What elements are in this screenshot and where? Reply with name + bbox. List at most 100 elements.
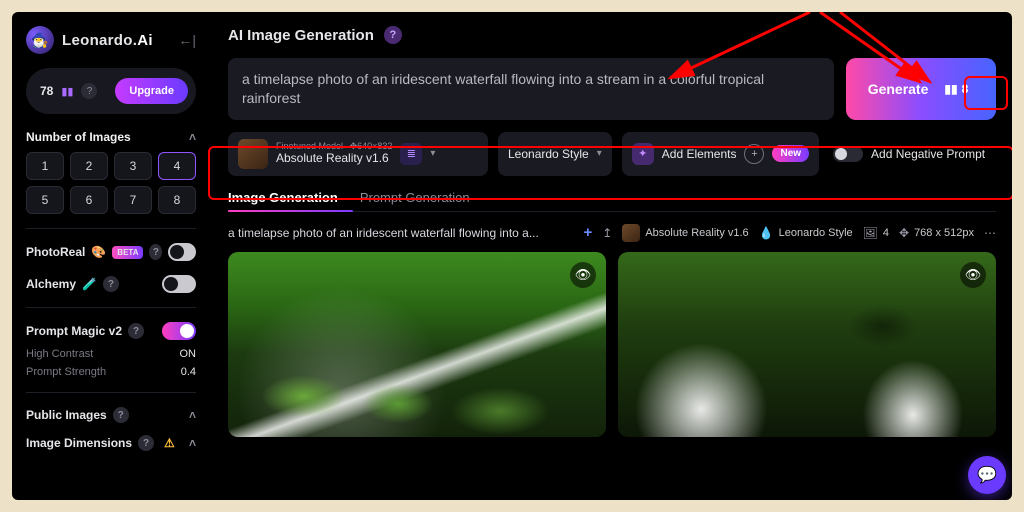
alchemy-toggle[interactable] — [162, 275, 196, 293]
num-images-option[interactable]: 7 — [114, 186, 152, 214]
num-images-option[interactable]: 1 — [26, 152, 64, 180]
style-name: Leonardo Style — [508, 147, 589, 161]
prompt-magic-help-icon[interactable]: ? — [128, 323, 144, 339]
result-model-chip[interactable]: Absolute Reality v1.6 — [622, 224, 748, 242]
prompt-magic-toggle[interactable] — [162, 322, 196, 340]
photoreal-label: PhotoReal — [26, 245, 85, 259]
credits-count: 78 — [40, 84, 53, 98]
num-images-option[interactable]: 4 — [158, 152, 196, 180]
public-images-row: Public Images ? ˄ — [26, 407, 196, 423]
page-title: AI Image Generation — [228, 27, 374, 44]
num-images-option[interactable]: 8 — [158, 186, 196, 214]
toggle-track — [833, 146, 863, 162]
upload-icon[interactable]: ↥ — [602, 226, 612, 240]
result-dims-chip: ✥ 768 x 512px — [899, 226, 974, 240]
generate-label: Generate — [868, 81, 929, 97]
num-images-option[interactable]: 2 — [70, 152, 108, 180]
new-badge: New — [772, 145, 809, 162]
beta-badge: BETA — [112, 246, 143, 259]
result-image[interactable]: 👁 — [618, 252, 996, 437]
main: AI Image Generation ? a timelapse photo … — [210, 12, 1012, 500]
photoreal-art-icon: 🎨 — [91, 245, 106, 259]
result-style-name: Leonardo Style — [779, 227, 853, 239]
photoreal-help-icon[interactable]: ? — [149, 244, 162, 260]
style-selector[interactable]: Leonardo Style ▾ — [498, 132, 612, 176]
alchemy-label: Alchemy — [26, 277, 76, 291]
model-thumb — [238, 139, 268, 169]
result-header: a timelapse photo of an iridescent water… — [228, 224, 996, 242]
num-images-option[interactable]: 3 — [114, 152, 152, 180]
result-prompt-text: a timelapse photo of an iridescent water… — [228, 226, 574, 240]
prompt-list-icon[interactable]: ≣ — [400, 143, 422, 165]
logo-text: Leonardo.Ai — [62, 32, 153, 49]
model-thumb — [622, 224, 640, 242]
alchemy-row: Alchemy 🧪 ? — [26, 275, 196, 293]
result-style-chip[interactable]: 💧 Leonardo Style — [759, 226, 853, 240]
prompt-magic-sublist: High Contrast ON Prompt Strength 0.4 — [26, 348, 196, 378]
high-contrast-label: High Contrast — [26, 348, 93, 360]
credits-help-icon[interactable]: ? — [81, 83, 97, 99]
alchemy-help-icon[interactable]: ? — [103, 276, 119, 292]
model-selector[interactable]: Finetuned Model ✥640×832 Absolute Realit… — [228, 132, 488, 176]
chevron-up-icon: ˄ — [189, 436, 196, 450]
result-count-chip: 🖼 4 — [863, 226, 889, 240]
droplet-icon: 💧 — [759, 226, 774, 240]
tab-image-generation[interactable]: Image Generation — [228, 190, 338, 211]
token-icon: ▮▮ — [61, 85, 73, 98]
num-images-option[interactable]: 5 — [26, 186, 64, 214]
num-images-option[interactable]: 6 — [70, 186, 108, 214]
chat-icon: 💬 — [977, 465, 997, 485]
add-elements-label: Add Elements — [662, 147, 737, 161]
image-icon: 🖼 — [863, 226, 878, 240]
result-model-name: Absolute Reality v1.6 — [645, 227, 748, 239]
collapse-sidebar-icon[interactable]: ←| — [178, 32, 196, 48]
options-bar: Finetuned Model ✥640×832 Absolute Realit… — [228, 132, 996, 176]
generate-cost: ▮▮ 8 — [938, 79, 974, 99]
number-of-images-grid: 1 2 3 4 5 6 7 8 — [26, 152, 196, 214]
add-elements-button[interactable]: ✦ Add Elements + New — [622, 132, 819, 176]
result-dims: 768 x 512px — [914, 227, 974, 239]
model-name: Absolute Reality v1.6 — [276, 152, 392, 165]
public-images-label: Public Images — [26, 408, 107, 422]
image-dimensions-row: Image Dimensions ? ⚠ ˄ — [26, 435, 196, 451]
tab-underline — [228, 210, 353, 212]
preview-eye-icon[interactable]: 👁 — [570, 262, 596, 288]
image-dimensions-help-icon[interactable]: ? — [138, 435, 154, 451]
generate-button[interactable]: Generate ▮▮ 8 — [846, 58, 996, 120]
brand-name: Leonardo. — [62, 32, 137, 49]
public-images-help-icon[interactable]: ? — [113, 407, 129, 423]
number-of-images-header[interactable]: Number of Images ˄ — [26, 130, 196, 144]
more-icon[interactable]: ⋯ — [984, 226, 996, 240]
page-title-row: AI Image Generation ? — [228, 26, 996, 44]
chevron-down-icon: ▾ — [430, 148, 435, 159]
result-image[interactable]: 👁 — [228, 252, 606, 437]
page-title-help-icon[interactable]: ? — [384, 26, 402, 44]
tab-prompt-generation[interactable]: Prompt Generation — [360, 190, 470, 211]
upgrade-button[interactable]: Upgrade — [115, 78, 188, 104]
prompt-input[interactable]: a timelapse photo of an iridescent water… — [228, 58, 834, 120]
negative-prompt-toggle[interactable]: Add Negative Prompt — [833, 146, 985, 162]
chevron-up-icon: ˄ — [189, 408, 196, 422]
chevron-up-icon: ˄ — [189, 130, 196, 144]
credits-card: 78 ▮▮ ? Upgrade — [26, 68, 196, 114]
logo-row: 🧙‍♂️ Leonardo.Ai ←| — [26, 26, 196, 54]
prompt-strength-label: Prompt Strength — [26, 366, 106, 378]
token-icon: ▮▮ — [944, 82, 957, 96]
sidebar: 🧙‍♂️ Leonardo.Ai ←| 78 ▮▮ ? Upgrade Numb… — [12, 12, 210, 500]
model-dims-value: 640×832 — [357, 141, 392, 151]
chevron-down-icon: ▾ — [597, 148, 602, 159]
sparkle-icon: ✦ — [632, 143, 654, 165]
dimensions-icon: ✥ — [899, 226, 909, 240]
high-contrast-value: ON — [180, 348, 197, 360]
prompt-strength-value: 0.4 — [181, 366, 196, 378]
model-tag-text: Finetuned Model — [276, 141, 343, 151]
add-result-icon[interactable]: + — [584, 224, 593, 241]
number-of-images-label: Number of Images — [26, 130, 131, 144]
warning-icon: ⚠ — [164, 436, 175, 450]
photoreal-toggle[interactable] — [168, 243, 196, 261]
prompt-magic-row: Prompt Magic v2 ? — [26, 322, 196, 340]
preview-eye-icon[interactable]: 👁 — [960, 262, 986, 288]
brand-suffix: Ai — [137, 32, 153, 49]
chat-fab[interactable]: 💬 — [968, 456, 1006, 494]
negative-prompt-label: Add Negative Prompt — [871, 147, 985, 161]
